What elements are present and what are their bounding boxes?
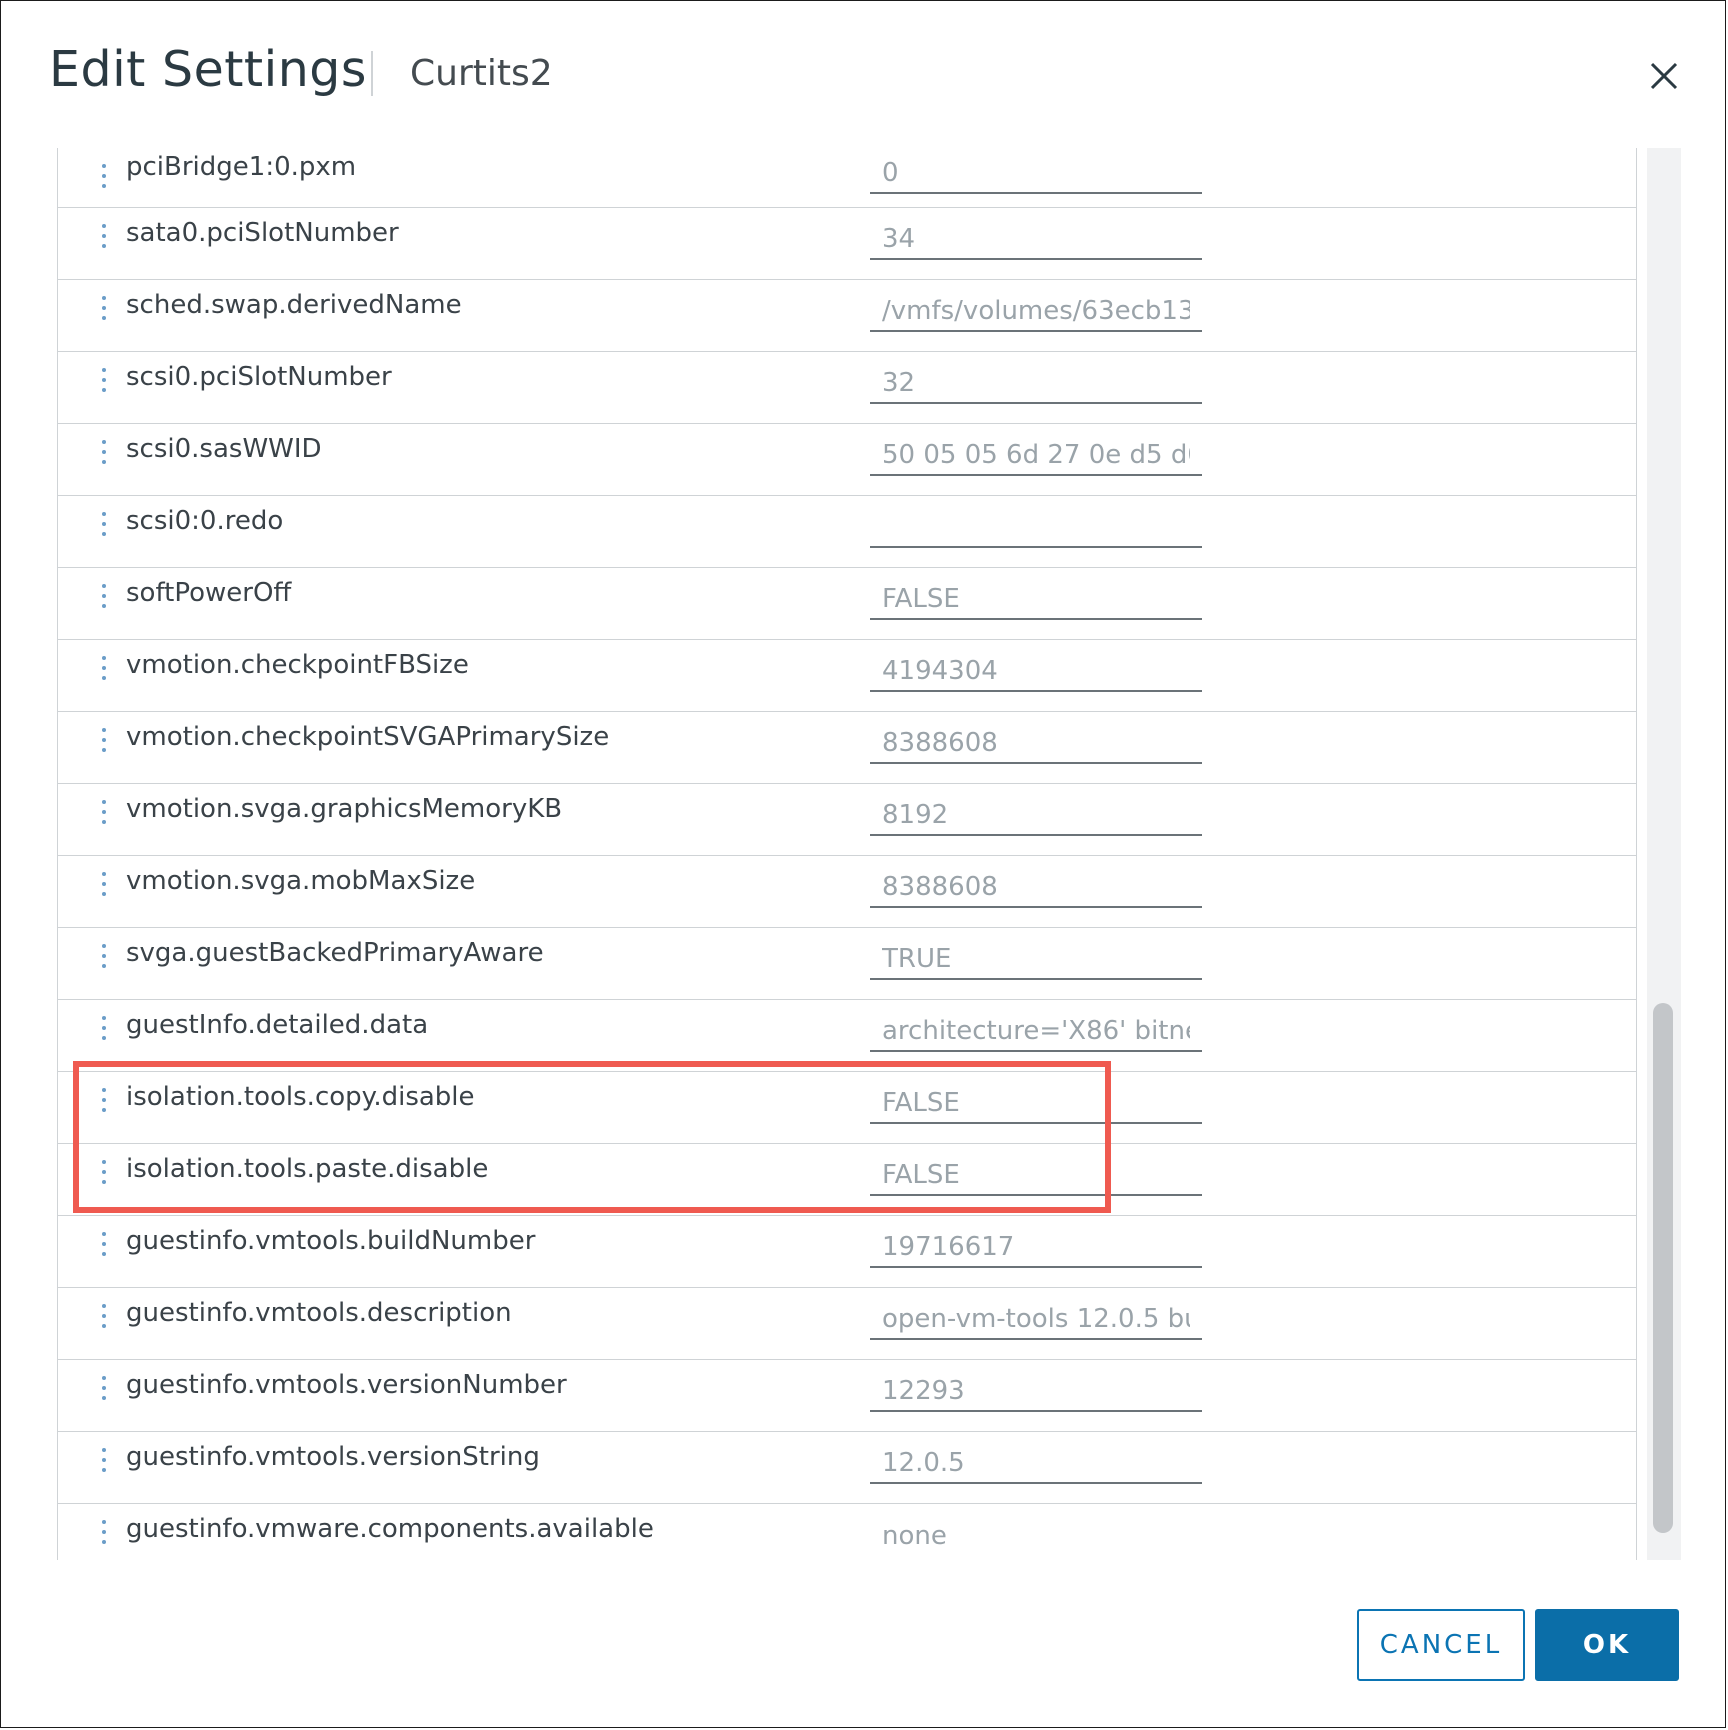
kebab-menu-icon[interactable] xyxy=(98,156,110,196)
parameter-value-input[interactable] xyxy=(870,1440,1202,1484)
parameter-name: vmotion.checkpointFBSize xyxy=(126,650,469,680)
parameter-value-input[interactable] xyxy=(870,1512,1202,1556)
parameter-value-input[interactable] xyxy=(870,504,1202,548)
parameter-row: vmotion.svga.graphicsMemoryKB xyxy=(58,784,1636,856)
kebab-menu-icon[interactable] xyxy=(98,216,110,256)
parameter-name: isolation.tools.paste.disable xyxy=(126,1154,489,1184)
cancel-button[interactable]: CANCEL xyxy=(1357,1609,1525,1681)
kebab-menu-icon[interactable] xyxy=(98,648,110,688)
parameter-value-input[interactable] xyxy=(870,648,1202,692)
kebab-menu-icon[interactable] xyxy=(98,1152,110,1192)
close-icon xyxy=(1650,62,1678,90)
parameter-row: vmotion.checkpointSVGAPrimarySize xyxy=(58,712,1636,784)
parameter-value-input[interactable] xyxy=(870,1368,1202,1412)
parameter-row: svga.guestBackedPrimaryAware xyxy=(58,928,1636,1000)
ok-button[interactable]: OK xyxy=(1535,1609,1679,1681)
parameter-row: sata0.pciSlotNumber xyxy=(58,208,1636,280)
parameter-row: guestinfo.vmtools.versionNumber xyxy=(58,1360,1636,1432)
kebab-menu-icon[interactable] xyxy=(98,1512,110,1552)
parameter-value-input[interactable] xyxy=(870,150,1202,194)
parameter-name: guestinfo.vmtools.versionNumber xyxy=(126,1370,567,1400)
kebab-menu-icon[interactable] xyxy=(98,360,110,400)
parameter-value-input[interactable] xyxy=(870,720,1202,764)
parameter-name: sched.swap.derivedName xyxy=(126,290,462,320)
title-divider xyxy=(371,51,373,96)
parameter-value-input[interactable] xyxy=(870,1296,1202,1340)
parameter-name: vmotion.svga.graphicsMemoryKB xyxy=(126,794,563,824)
parameter-row: guestinfo.vmtools.buildNumber xyxy=(58,1216,1636,1288)
parameter-name: scsi0.sasWWID xyxy=(126,434,322,464)
parameter-row: vmotion.svga.mobMaxSize xyxy=(58,856,1636,928)
parameter-row: vmotion.checkpointFBSize xyxy=(58,640,1636,712)
dialog-title: Edit Settings xyxy=(49,41,367,98)
parameter-value-input[interactable] xyxy=(870,864,1202,908)
parameter-row: isolation.tools.copy.disable xyxy=(58,1072,1636,1144)
parameter-row: scsi0:0.redo xyxy=(58,496,1636,568)
parameter-name: vmotion.svga.mobMaxSize xyxy=(126,866,476,896)
parameter-value-input[interactable] xyxy=(870,1224,1202,1268)
parameter-name: guestinfo.vmtools.buildNumber xyxy=(126,1226,536,1256)
kebab-menu-icon[interactable] xyxy=(98,936,110,976)
dialog-header: Edit Settings Curtits2 xyxy=(1,1,1725,146)
parameter-value-input[interactable] xyxy=(870,792,1202,836)
parameter-name: isolation.tools.copy.disable xyxy=(126,1082,475,1112)
kebab-menu-icon[interactable] xyxy=(98,432,110,472)
parameter-row: guestInfo.detailed.data xyxy=(58,1000,1636,1072)
parameter-row: sched.swap.derivedName xyxy=(58,280,1636,352)
kebab-menu-icon[interactable] xyxy=(98,1296,110,1336)
parameter-row: guestinfo.vmtools.description xyxy=(58,1288,1636,1360)
parameter-row: isolation.tools.paste.disable xyxy=(58,1144,1636,1216)
scrollbar[interactable] xyxy=(1647,148,1681,1560)
parameter-value-input[interactable] xyxy=(870,360,1202,404)
parameter-value-input[interactable] xyxy=(870,1080,1202,1124)
parameter-row: guestinfo.vmware.components.available xyxy=(58,1504,1636,1560)
kebab-menu-icon[interactable] xyxy=(98,792,110,832)
parameter-name: guestInfo.detailed.data xyxy=(126,1010,429,1040)
kebab-menu-icon[interactable] xyxy=(98,864,110,904)
parameter-value-input[interactable] xyxy=(870,936,1202,980)
parameter-name: svga.guestBackedPrimaryAware xyxy=(126,938,544,968)
kebab-menu-icon[interactable] xyxy=(98,288,110,328)
parameter-name: guestinfo.vmtools.versionString xyxy=(126,1442,540,1472)
parameter-name: guestinfo.vmware.components.available xyxy=(126,1514,654,1544)
parameter-name: scsi0.pciSlotNumber xyxy=(126,362,392,392)
kebab-menu-icon[interactable] xyxy=(98,1008,110,1048)
parameter-row: scsi0.sasWWID xyxy=(58,424,1636,496)
kebab-menu-icon[interactable] xyxy=(98,1368,110,1408)
parameter-row: guestinfo.vmtools.versionString xyxy=(58,1432,1636,1504)
parameter-name: vmotion.checkpointSVGAPrimarySize xyxy=(126,722,610,752)
scrollbar-thumb[interactable] xyxy=(1653,1003,1673,1533)
parameter-value-input[interactable] xyxy=(870,1008,1202,1052)
parameter-value-input[interactable] xyxy=(870,216,1202,260)
edit-settings-dialog: Edit Settings Curtits2 pciBridge1:0.pxm s… xyxy=(0,0,1726,1728)
kebab-menu-icon[interactable] xyxy=(98,1440,110,1480)
parameter-name: pciBridge1:0.pxm xyxy=(126,152,357,182)
kebab-menu-icon[interactable] xyxy=(98,576,110,616)
parameter-value-input[interactable] xyxy=(870,576,1202,620)
parameter-name: guestinfo.vmtools.description xyxy=(126,1298,512,1328)
parameter-row: pciBridge1:0.pxm xyxy=(58,148,1636,208)
parameter-name: softPowerOff xyxy=(126,578,292,608)
kebab-menu-icon[interactable] xyxy=(98,720,110,760)
advanced-parameters-list: pciBridge1:0.pxm sata0.pciSlotNumber sched… xyxy=(57,148,1637,1560)
parameter-value-input[interactable] xyxy=(870,288,1202,332)
parameter-name: sata0.pciSlotNumber xyxy=(126,218,399,248)
vm-name: Curtits2 xyxy=(410,53,553,94)
parameter-value-input[interactable] xyxy=(870,1152,1202,1196)
kebab-menu-icon[interactable] xyxy=(98,1080,110,1120)
parameter-name: scsi0:0.redo xyxy=(126,506,284,536)
kebab-menu-icon[interactable] xyxy=(98,504,110,544)
parameter-row: scsi0.pciSlotNumber xyxy=(58,352,1636,424)
parameter-value-input[interactable] xyxy=(870,432,1202,476)
kebab-menu-icon[interactable] xyxy=(98,1224,110,1264)
parameter-row: softPowerOff xyxy=(58,568,1636,640)
close-button[interactable] xyxy=(1647,59,1681,93)
